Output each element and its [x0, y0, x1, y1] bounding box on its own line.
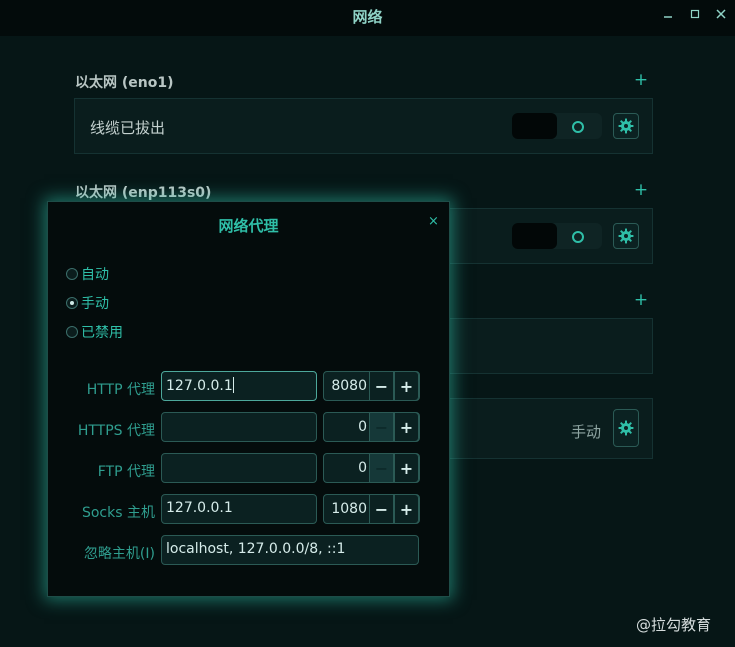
minimize-icon[interactable] [659, 6, 677, 24]
section-title-enp113s0: 以太网 (enp113s0) [75, 185, 212, 201]
http-proxy-host-input[interactable]: 127.0.0.1 [161, 371, 317, 401]
http-proxy-port-stepper[interactable]: 8080 − + [323, 371, 420, 401]
connection-toggle[interactable] [512, 223, 602, 249]
gear-icon [618, 228, 634, 244]
toggle-knob [512, 113, 557, 139]
radio-label: 手动 [81, 296, 109, 312]
ftp-proxy-port-stepper[interactable]: 0 − + [323, 453, 420, 483]
radio-button[interactable] [66, 297, 78, 309]
socks-host-input[interactable]: 127.0.0.1 [161, 494, 317, 524]
add-icon[interactable]: + [633, 182, 649, 199]
watermark: @拉勾教育 [636, 616, 712, 634]
https-proxy-port-value: 0 [358, 419, 367, 435]
settings-button[interactable] [613, 113, 639, 139]
ftp-proxy-port-value: 0 [358, 460, 367, 476]
increment-button[interactable]: + [394, 453, 419, 483]
radio-disabled[interactable]: 已禁用 [66, 322, 123, 342]
radio-button[interactable] [66, 268, 78, 280]
ftp-proxy-host-input[interactable] [161, 453, 317, 483]
close-icon[interactable] [712, 6, 730, 24]
toggle-knob [512, 223, 557, 249]
http-proxy-port-value: 8080 [331, 378, 367, 394]
decrement-button[interactable]: − [369, 494, 394, 524]
gear-icon [618, 420, 634, 436]
dialog-title: 网络代理 [218, 217, 279, 235]
https-proxy-host-input[interactable] [161, 412, 317, 442]
radio-auto[interactable]: 自动 [66, 264, 109, 284]
proxy-mode-status: 手动 [571, 423, 602, 441]
decrement-button[interactable]: − [369, 453, 394, 483]
ignore-hosts-input[interactable]: localhost, 127.0.0.0/8, ::1 [161, 535, 419, 565]
gear-icon [618, 118, 634, 134]
https-proxy-label: HTTPS 代理 [77, 423, 155, 439]
socks-host-label: Socks 主机 [81, 505, 155, 521]
connection-row-eno1: 线缆已拔出 [74, 98, 653, 154]
close-icon[interactable]: × [428, 214, 439, 229]
increment-button[interactable]: + [394, 412, 419, 442]
connection-status: 线缆已拔出 [90, 119, 166, 137]
radio-manual[interactable]: 手动 [66, 293, 109, 313]
connection-toggle[interactable] [512, 113, 602, 139]
text-caret [232, 377, 234, 393]
socks-port-stepper[interactable]: 1080 − + [323, 494, 420, 524]
toggle-off-icon [572, 121, 584, 133]
window-title: 网络 [352, 8, 383, 26]
increment-button[interactable]: + [394, 494, 419, 524]
ignore-hosts-label: 忽略主机(I) [83, 546, 155, 562]
https-proxy-port-stepper[interactable]: 0 − + [323, 412, 420, 442]
decrement-button[interactable]: − [369, 412, 394, 442]
add-icon[interactable]: + [633, 292, 649, 309]
section-title-eno1: 以太网 (eno1) [75, 75, 174, 91]
http-proxy-label: HTTP 代理 [86, 382, 155, 398]
radio-label: 自动 [81, 267, 109, 283]
http-proxy-host-value: 127.0.0.1 [166, 378, 233, 394]
ftp-proxy-label: FTP 代理 [97, 464, 155, 480]
add-icon[interactable]: + [633, 72, 649, 89]
increment-button[interactable]: + [394, 371, 419, 401]
network-proxy-dialog: 网络代理 × 自动 手动 已禁用 HTTP 代理 127.0.0.1 8080 … [47, 201, 450, 597]
socks-port-value: 1080 [331, 501, 367, 517]
proxy-settings-button[interactable] [613, 409, 639, 447]
toggle-off-icon [572, 231, 584, 243]
maximize-icon[interactable] [686, 6, 704, 24]
radio-label: 已禁用 [81, 325, 123, 341]
radio-button[interactable] [66, 326, 78, 338]
settings-button[interactable] [613, 223, 639, 249]
title-bar: 网络 [0, 0, 735, 36]
decrement-button[interactable]: − [369, 371, 394, 401]
